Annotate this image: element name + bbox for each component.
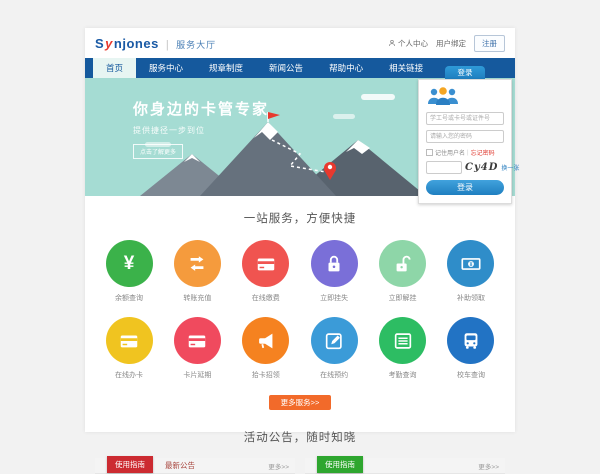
- service-transfer-recharge[interactable]: 转账充值: [169, 240, 225, 303]
- logo-prefix: S: [95, 36, 104, 51]
- username-input[interactable]: [426, 112, 504, 125]
- card-icon: [174, 317, 221, 364]
- panel-right-header: 使用指南 更多>>: [305, 458, 505, 474]
- announcement-panels: 使用指南 最新公告 更多>> 使用指南 更多>>: [85, 458, 515, 474]
- bus-icon: [447, 317, 494, 364]
- service-lost-card-claim[interactable]: 拾卡招领: [238, 317, 294, 380]
- password-input[interactable]: [426, 130, 504, 143]
- usage-guide-tab[interactable]: 使用指南: [107, 456, 153, 473]
- top-bar: Synjones | 服务大厅 个人中心 用户绑定 注册: [85, 28, 515, 58]
- service-label: 补助领取: [443, 293, 499, 303]
- announcement-panel-right: 使用指南 更多>>: [305, 458, 505, 474]
- remember-label: 记住用户名: [435, 148, 465, 157]
- svg-text:¥: ¥: [470, 262, 473, 268]
- more-link[interactable]: 更多>>: [478, 461, 499, 471]
- more-services-button[interactable]: 更多服务>>: [269, 395, 331, 410]
- users-icon: [426, 86, 504, 106]
- logo-suffix: njones: [114, 36, 159, 51]
- more-link[interactable]: 更多>>: [268, 461, 289, 471]
- service-online-appointment[interactable]: 在线预约: [306, 317, 362, 380]
- service-label: 在线预约: [306, 370, 362, 380]
- login-panel: 登录 记住用户名 | 忘记密码 Cy4D 换一张: [418, 66, 512, 204]
- list-icon: [379, 317, 426, 364]
- site-name: 服务大厅: [176, 38, 216, 51]
- captcha-row: Cy4D 换一张: [426, 161, 504, 174]
- card-icon: [106, 317, 153, 364]
- service-label: 卡片延期: [169, 370, 225, 380]
- unlock-icon: [379, 240, 426, 287]
- captcha-image: Cy4D: [465, 162, 498, 173]
- page-container: Synjones | 服务大厅 个人中心 用户绑定 注册 首页 服务中心 规章制…: [85, 28, 515, 432]
- services-section: 一站服务，方便快捷 ¥ 余额查询 转账充值 在线缴费: [85, 196, 515, 410]
- nav-item-help-center[interactable]: 帮助中心: [316, 58, 376, 78]
- service-attendance-inquiry[interactable]: 考勤查询: [375, 317, 431, 380]
- user-icon: [388, 39, 396, 47]
- service-card-extension[interactable]: 卡片延期: [169, 317, 225, 380]
- panel-left-header: 使用指南 最新公告 更多>>: [95, 458, 295, 474]
- logo-divider: |: [166, 39, 169, 51]
- service-unfreeze[interactable]: 立即解挂: [375, 240, 431, 303]
- login-card: 记住用户名 | 忘记密码 Cy4D 换一张 登录: [418, 79, 512, 204]
- login-submit-button[interactable]: 登录: [426, 180, 504, 195]
- service-label: 立即挂失: [306, 293, 362, 303]
- service-report-loss[interactable]: 立即挂失: [306, 240, 362, 303]
- logo[interactable]: Synjones | 服务大厅: [95, 36, 216, 51]
- service-balance-inquiry[interactable]: ¥ 余额查询: [101, 240, 157, 303]
- hero-copy: 你身边的卡管专家 提供捷径一步到位 点击了解更多: [133, 98, 269, 159]
- register-button[interactable]: 注册: [474, 35, 505, 52]
- personal-center-label: 个人中心: [398, 38, 428, 49]
- login-options: 记住用户名 | 忘记密码: [426, 148, 504, 157]
- service-label: 余额查询: [101, 293, 157, 303]
- card-icon: [242, 240, 289, 287]
- service-online-payment[interactable]: 在线缴费: [238, 240, 294, 303]
- announcement-panel-left: 使用指南 最新公告 更多>>: [95, 458, 295, 474]
- options-separator: |: [467, 150, 469, 156]
- remember-checkbox[interactable]: [426, 149, 433, 156]
- user-binding-link[interactable]: 用户绑定: [436, 38, 466, 49]
- transfer-icon: [174, 240, 221, 287]
- cloud-decoration: [333, 114, 355, 119]
- user-binding-label: 用户绑定: [436, 38, 466, 49]
- service-label: 转账充值: [169, 293, 225, 303]
- captcha-input[interactable]: [426, 161, 462, 174]
- service-subsidy-collect[interactable]: ¥ 补助领取: [443, 240, 499, 303]
- login-tab[interactable]: 登录: [445, 66, 485, 79]
- personal-center-link[interactable]: 个人中心: [388, 38, 428, 49]
- top-right-links: 个人中心 用户绑定 注册: [388, 35, 505, 52]
- service-online-card-apply[interactable]: 在线办卡: [101, 317, 157, 380]
- service-label: 在线办卡: [101, 370, 157, 380]
- usage-guide-tab[interactable]: 使用指南: [317, 456, 363, 473]
- nav-item-service-center[interactable]: 服务中心: [136, 58, 196, 78]
- service-label: 立即解挂: [375, 293, 431, 303]
- services-row-1: ¥ 余额查询 转账充值 在线缴费 立即挂失: [85, 240, 515, 303]
- logo-arrow-mark: y: [105, 36, 113, 51]
- hero-title: 你身边的卡管专家: [133, 98, 269, 119]
- yen-icon: ¥: [106, 240, 153, 287]
- cloud-decoration: [361, 94, 395, 100]
- banknote-icon: ¥: [447, 240, 494, 287]
- service-label: 校车查询: [443, 370, 499, 380]
- refresh-captcha-link[interactable]: 换一张: [501, 163, 519, 172]
- forgot-password-link[interactable]: 忘记密码: [471, 148, 495, 157]
- megaphone-icon: [242, 317, 289, 364]
- announcements-title: 活动公告，随时知晓: [85, 429, 515, 445]
- services-row-2: 在线办卡 卡片延期 拾卡招领 在线预约: [85, 317, 515, 380]
- hero-subtitle: 提供捷径一步到位: [133, 125, 269, 136]
- latest-news-tab[interactable]: 最新公告: [165, 460, 195, 471]
- service-label: 考勤查询: [375, 370, 431, 380]
- lock-icon: [311, 240, 358, 287]
- service-label: 在线缴费: [238, 293, 294, 303]
- nav-item-rules[interactable]: 规章制度: [196, 58, 256, 78]
- service-school-bus-inquiry[interactable]: 校车查询: [443, 317, 499, 380]
- edit-icon: [311, 317, 358, 364]
- hero-cta-button[interactable]: 点击了解更多: [133, 144, 183, 159]
- service-label: 拾卡招领: [238, 370, 294, 380]
- nav-item-news[interactable]: 新闻公告: [256, 58, 316, 78]
- services-title: 一站服务，方便快捷: [85, 210, 515, 226]
- nav-item-home[interactable]: 首页: [93, 58, 136, 78]
